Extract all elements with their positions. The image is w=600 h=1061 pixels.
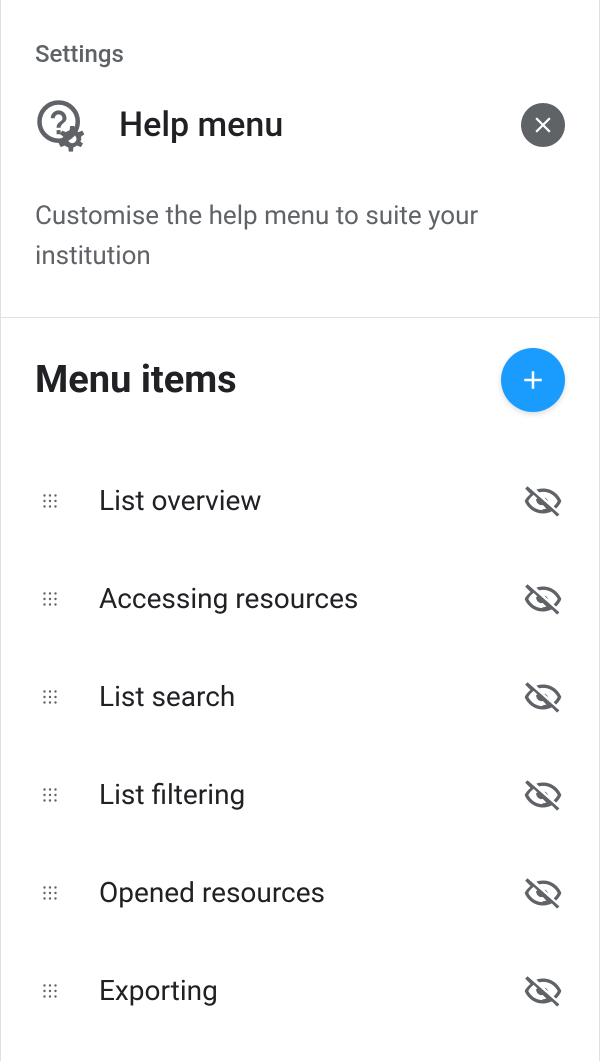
- settings-header: Settings Help menu Customise the help me…: [1, 0, 599, 318]
- visibility-off-icon[interactable]: [521, 479, 565, 523]
- menu-items-section: Menu items List overview: [1, 318, 599, 1040]
- item-label: List overview: [99, 484, 521, 517]
- item-label: List search: [99, 680, 521, 713]
- list-item: List search: [35, 648, 565, 746]
- page-description: Customise the help menu to suite your in…: [35, 196, 565, 277]
- title-row: Help menu: [35, 98, 565, 152]
- drag-handle-icon[interactable]: [35, 486, 65, 516]
- visibility-off-icon[interactable]: [521, 577, 565, 621]
- list-item: List overview: [35, 452, 565, 550]
- items-list: List overview Accessing resources: [35, 452, 565, 1040]
- visibility-off-icon[interactable]: [521, 871, 565, 915]
- section-title: Menu items: [35, 358, 237, 402]
- help-settings-icon: [35, 98, 89, 152]
- close-button[interactable]: [521, 103, 565, 147]
- list-item: Opened resources: [35, 844, 565, 942]
- visibility-off-icon[interactable]: [521, 675, 565, 719]
- list-item: Exporting: [35, 942, 565, 1040]
- page-title: Help menu: [119, 105, 521, 145]
- list-item: Accessing resources: [35, 550, 565, 648]
- drag-handle-icon[interactable]: [35, 584, 65, 614]
- add-item-button[interactable]: [501, 348, 565, 412]
- section-header: Menu items: [35, 348, 565, 412]
- drag-handle-icon[interactable]: [35, 976, 65, 1006]
- breadcrumb: Settings: [35, 40, 565, 68]
- visibility-off-icon[interactable]: [521, 969, 565, 1013]
- drag-handle-icon[interactable]: [35, 682, 65, 712]
- item-label: Exporting: [99, 974, 521, 1007]
- item-label: Opened resources: [99, 876, 521, 909]
- list-item: List filtering: [35, 746, 565, 844]
- item-label: List filtering: [99, 778, 521, 811]
- drag-handle-icon[interactable]: [35, 878, 65, 908]
- visibility-off-icon[interactable]: [521, 773, 565, 817]
- item-label: Accessing resources: [99, 582, 521, 615]
- drag-handle-icon[interactable]: [35, 780, 65, 810]
